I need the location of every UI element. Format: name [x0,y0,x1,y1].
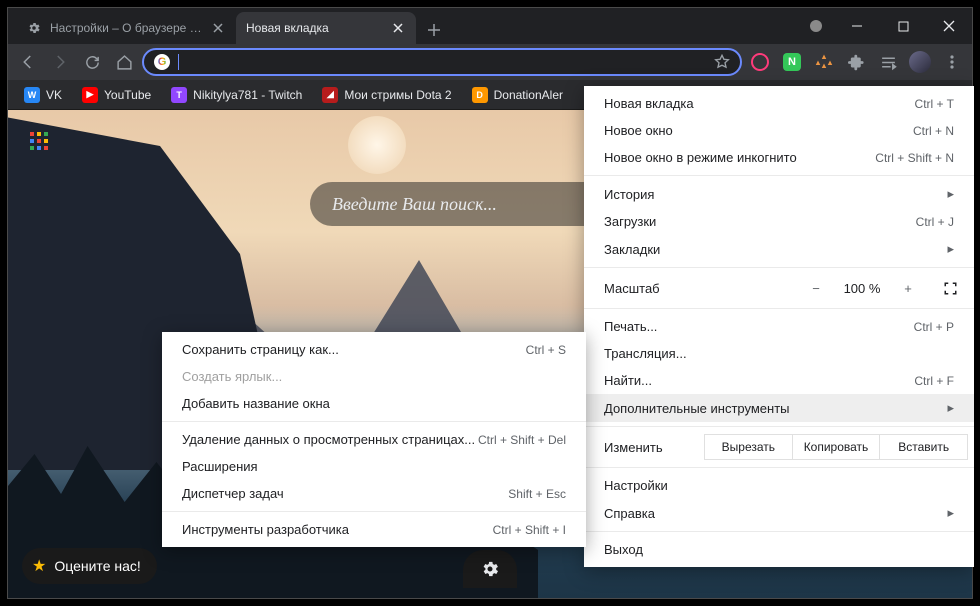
submenu-extensions[interactable]: Расширения [162,453,586,480]
menu-help[interactable]: Справка▸ [584,499,974,527]
menu-separator [162,511,586,512]
submenu-save-as[interactable]: Сохранить страницу как...Ctrl + S [162,336,586,363]
zoom-in-button[interactable]: + [894,276,922,300]
menu-incognito[interactable]: Новое окно в режиме инкогнитоCtrl + Shif… [584,144,974,171]
donation-icon: D [472,87,488,103]
maximize-button[interactable] [880,8,926,44]
extension-icon[interactable] [810,48,838,76]
bookmark-item[interactable]: DDonationAler [464,83,571,107]
menu-settings[interactable]: Настройки [584,472,974,499]
zoom-value: 100 % [836,281,888,296]
submenu-clear-data[interactable]: Удаление данных о просмотренных страница… [162,426,586,453]
youtube-icon: ▶ [82,87,98,103]
menu-new-window[interactable]: Новое окноCtrl + N [584,117,974,144]
menu-find[interactable]: Найти...Ctrl + F [584,367,974,394]
account-indicator[interactable] [798,8,834,44]
chevron-right-icon: ▸ [947,186,954,202]
bookmark-star-icon[interactable] [714,54,730,70]
back-button[interactable] [14,48,42,76]
customize-button[interactable] [463,550,517,588]
extension-icon[interactable]: N [778,48,806,76]
submenu-name-window[interactable]: Добавить название окна [162,390,586,417]
address-bar[interactable]: G [142,48,742,76]
cursor-caret [178,54,179,70]
menu-history[interactable]: История▸ [584,180,974,208]
menu-separator [584,175,974,176]
menu-separator [584,426,974,427]
menu-separator [584,308,974,309]
menu-button[interactable] [938,48,966,76]
extension-icon[interactable] [746,48,774,76]
zoom-out-button[interactable]: − [802,276,830,300]
new-tab-button[interactable] [420,16,448,44]
home-button[interactable] [110,48,138,76]
menu-edit-row: Изменить Вырезать Копировать Вставить [584,431,974,463]
reload-button[interactable] [78,48,106,76]
submenu-dev-tools[interactable]: Инструменты разработчикаCtrl + Shift + I [162,516,586,543]
url-input[interactable] [187,55,706,70]
vk-icon: W [24,87,40,103]
star-icon: ★ [32,556,46,576]
media-button[interactable] [874,48,902,76]
menu-print[interactable]: Печать...Ctrl + P [584,313,974,340]
google-icon: G [154,54,170,70]
profile-avatar[interactable] [906,48,934,76]
cut-button[interactable]: Вырезать [704,434,793,460]
submenu-create-shortcut: Создать ярлык... [162,363,586,390]
main-menu: Новая вкладкаCtrl + T Новое окноCtrl + N… [584,86,974,567]
paste-button[interactable]: Вставить [879,434,968,460]
sun [348,116,406,174]
close-icon[interactable] [390,20,406,36]
rate-us-button[interactable]: ★ Оцените нас! [22,548,157,584]
menu-separator [162,421,586,422]
menu-more-tools[interactable]: Дополнительные инструменты▸ [584,394,974,422]
forward-button[interactable] [46,48,74,76]
menu-cast[interactable]: Трансляция... [584,340,974,367]
tab-strip: Настройки – О браузере Chrom Новая вклад… [8,8,798,44]
bookmark-item[interactable]: WVK [16,83,70,107]
menu-bookmarks[interactable]: Закладки▸ [584,235,974,263]
fullscreen-button[interactable] [936,276,964,300]
menu-separator [584,467,974,468]
menu-separator [584,267,974,268]
search-placeholder: Введите Ваш поиск... [332,194,497,215]
gear-icon [26,20,42,36]
extensions-button[interactable] [842,48,870,76]
menu-zoom: Масштаб − 100 % + [584,272,974,304]
toolbar: G N [8,44,972,80]
menu-new-tab[interactable]: Новая вкладкаCtrl + T [584,90,974,117]
tab-new[interactable]: Новая вкладка [236,12,416,44]
submenu-task-manager[interactable]: Диспетчер задачShift + Esc [162,480,586,507]
tab-title: Новая вкладка [246,21,382,35]
bookmark-item[interactable]: TNikitylya781 - Twitch [163,83,310,107]
bookmark-item[interactable]: ▶YouTube [74,83,159,107]
more-tools-submenu: Сохранить страницу как...Ctrl + S Создат… [162,332,586,547]
menu-separator [584,531,974,532]
titlebar: Настройки – О браузере Chrom Новая вклад… [8,8,972,44]
chevron-right-icon: ▸ [947,505,954,521]
close-button[interactable] [926,8,972,44]
minimize-button[interactable] [834,8,880,44]
menu-downloads[interactable]: ЗагрузкиCtrl + J [584,208,974,235]
chevron-right-icon: ▸ [947,241,954,257]
tab-title: Настройки – О браузере Chrom [50,21,202,35]
twitch-icon: T [171,87,187,103]
window-controls [834,8,972,44]
copy-button[interactable]: Копировать [792,434,881,460]
bookmark-item[interactable]: ◢Мои стримы Dota 2 [314,83,459,107]
chevron-right-icon: ▸ [947,400,954,416]
dota-icon: ◢ [322,87,338,103]
menu-exit[interactable]: Выход [584,536,974,563]
close-icon[interactable] [210,20,226,36]
apps-button[interactable] [30,132,48,150]
tab-settings[interactable]: Настройки – О браузере Chrom [16,12,236,44]
